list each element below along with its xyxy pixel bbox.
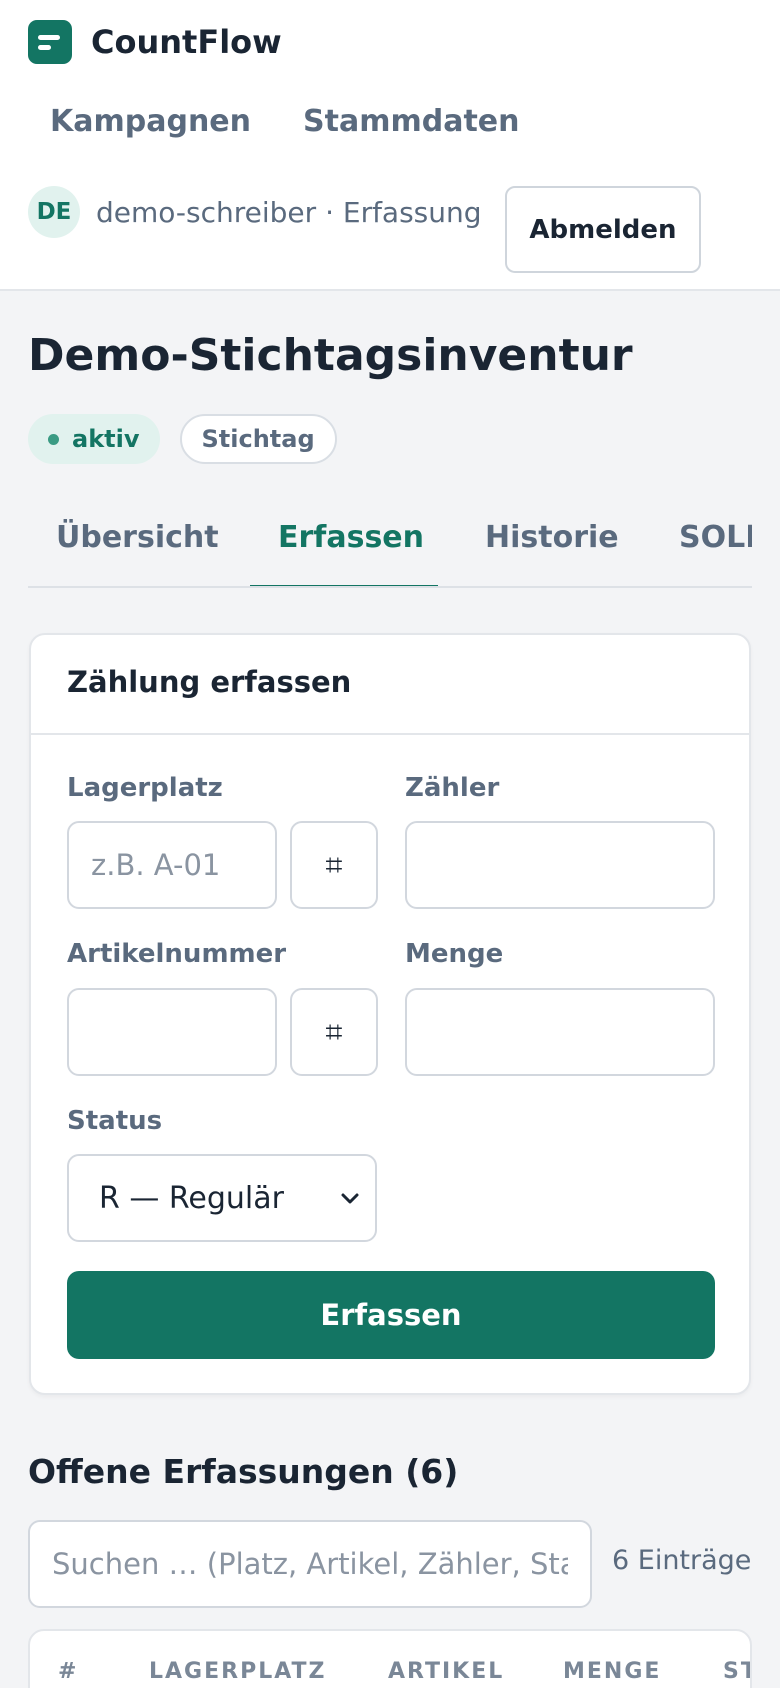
card-divider (31, 733, 749, 735)
chevron-down-icon (341, 1193, 359, 1204)
lagerplatz-scan-button[interactable]: ⌗ (290, 821, 378, 909)
nav-item-kampagnen[interactable]: Kampagnen (50, 104, 251, 139)
menge-label: Menge (405, 939, 504, 969)
user-role-text: demo-schreiber · Erfassung (96, 195, 482, 229)
main-nav: Kampagnen Stammdaten (50, 104, 572, 139)
count-entry-card: Zählung erfassen Lagerplatz ⌗ Zähler Art… (29, 633, 751, 1395)
nav-item-stammdaten[interactable]: Stammdaten (303, 104, 519, 139)
column-header-lagerplatz[interactable]: LAGERPLATZ (149, 1659, 327, 1684)
open-entries-table: # LAGERPLATZ ARTIKEL MENGE STATUS (28, 1629, 752, 1688)
logout-button[interactable]: Abmelden (505, 186, 701, 273)
list-logo-icon (28, 20, 72, 64)
status-select[interactable]: R — Regulär (67, 1154, 377, 1242)
brand[interactable]: CountFlow (28, 20, 282, 64)
lagerplatz-input[interactable] (67, 821, 277, 909)
entry-count: 6 Einträge (612, 1545, 752, 1576)
tab-uebersicht[interactable]: Übersicht (56, 506, 236, 586)
type-badge: Stichtag (179, 414, 337, 464)
card-title: Zählung erfassen (67, 665, 352, 699)
zaehler-input[interactable] (405, 821, 715, 909)
search-input[interactable] (28, 1520, 592, 1608)
column-header-menge[interactable]: MENGE (563, 1659, 661, 1684)
user-info: DE demo-schreiber · Erfassung (28, 186, 482, 238)
status-select-value: R — Regulär (99, 1180, 284, 1216)
badge-row: aktiv Stichtag (28, 414, 357, 464)
status-badge: aktiv (28, 414, 160, 464)
tab-historie[interactable]: Historie (485, 506, 635, 586)
zaehler-label: Zähler (405, 773, 500, 803)
page-title: Demo-Stichtagsinventur (28, 330, 633, 381)
artikel-scan-button[interactable]: ⌗ (290, 988, 378, 1076)
artikel-label: Artikelnummer (67, 939, 287, 969)
status-badge-label: aktiv (72, 425, 140, 453)
avatar: DE (28, 186, 80, 238)
tab-soll[interactable]: SOLL (679, 506, 752, 586)
menge-input[interactable] (405, 988, 715, 1076)
column-header-number[interactable]: # (58, 1659, 78, 1684)
status-dot-icon (48, 433, 59, 445)
column-header-artikel[interactable]: ARTIKEL (388, 1659, 504, 1684)
app-name: CountFlow (91, 23, 282, 61)
open-entries-title: Offene Erfassungen (6) (28, 1452, 459, 1491)
status-label: Status (67, 1106, 163, 1136)
lagerplatz-label: Lagerplatz (67, 773, 223, 803)
tab-bar: Übersicht Erfassen Historie SOLL (28, 506, 752, 588)
column-header-status[interactable]: STATUS (723, 1659, 750, 1684)
submit-button[interactable]: Erfassen (67, 1271, 715, 1359)
tab-erfassen[interactable]: Erfassen (250, 506, 438, 586)
artikel-input[interactable] (67, 988, 277, 1076)
app-header: CountFlow Kampagnen Stammdaten DE demo-s… (0, 0, 780, 291)
